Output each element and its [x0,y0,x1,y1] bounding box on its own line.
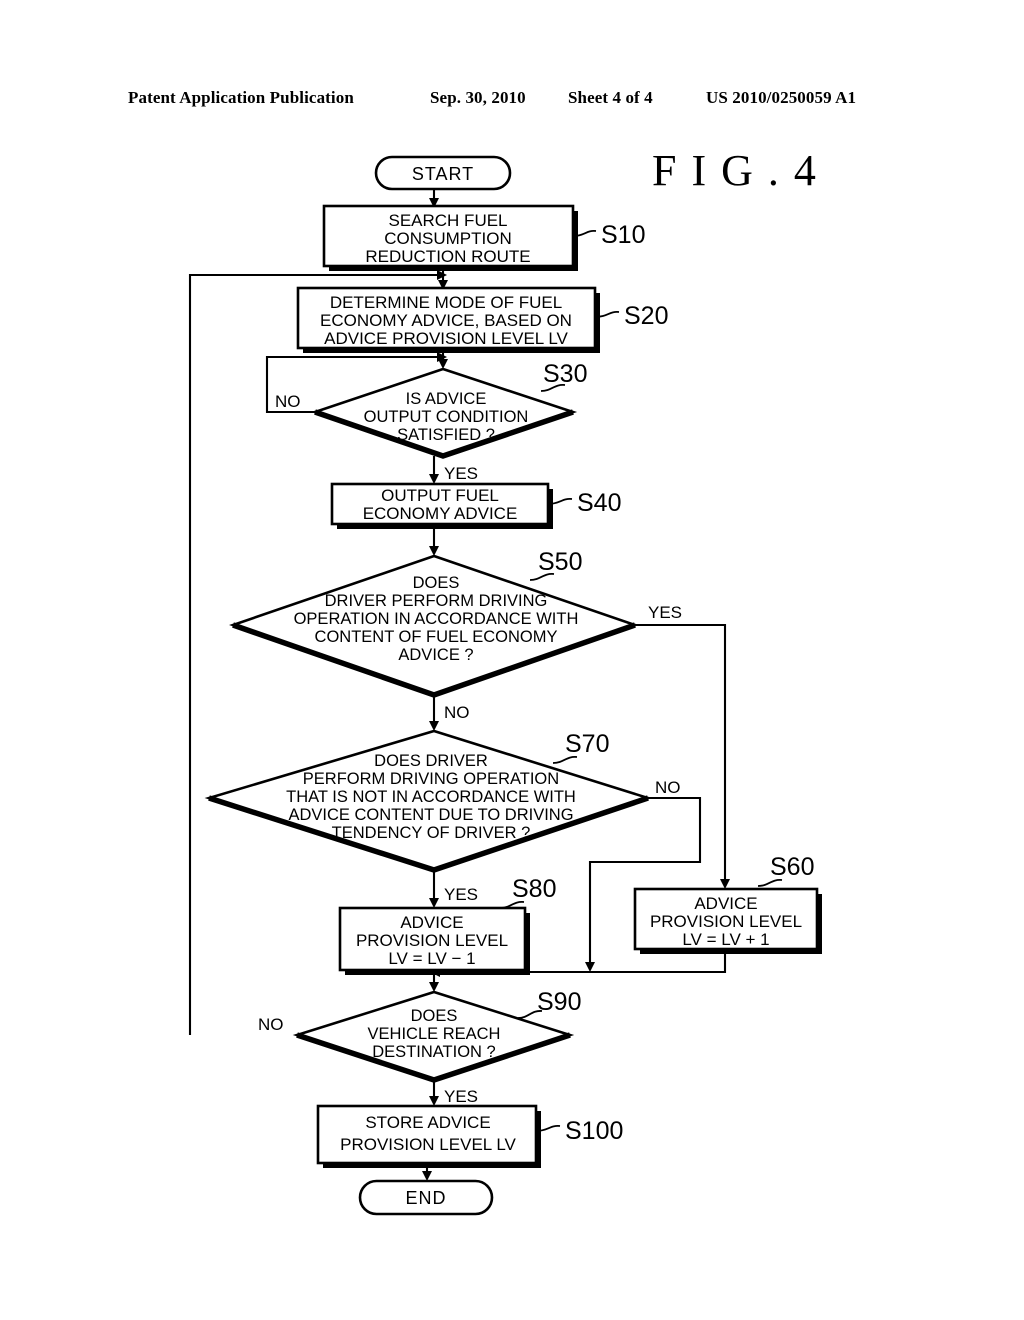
s50-line-1: DOES [413,574,460,592]
s100-line-1: STORE ADVICE [365,1113,490,1132]
s60-step-tag: S60 [770,853,814,881]
s60-line-3: LV = LV + 1 [682,930,769,949]
s30-step-tag: S30 [543,360,587,388]
s20-line-3: ADVICE PROVISION LEVEL LV [324,329,568,348]
s50-step-tag: S50 [538,548,582,576]
s50-no-label: NO [444,703,470,722]
process-s10: SEARCH FUEL CONSUMPTION REDUCTION ROUTE … [322,204,645,271]
s70-line-2: PERFORM DRIVING OPERATION [303,770,559,788]
s20-line-2: ECONOMY ADVICE, BASED ON [320,311,572,330]
s30-line-2: OUTPUT CONDITION [364,408,529,426]
s70-no-label: NO [655,778,681,797]
s90-step-tag: S90 [537,988,581,1016]
s80-step-tag: S80 [512,875,556,903]
s80-line-3: LV = LV − 1 [388,949,475,968]
decision-s90: DOES VEHICLE REACH DESTINATION ? S90 NO … [258,988,581,1106]
process-s20: DETERMINE MODE OF FUEL ECONOMY ADVICE, B… [296,286,668,353]
s20-line-1: DETERMINE MODE OF FUEL [330,293,562,312]
process-s100: STORE ADVICE PROVISION LEVEL LV S100 [316,1104,623,1168]
start-terminal: START [374,155,512,191]
arrowhead-s70-yes-to-s80 [429,898,439,908]
process-s60: ADVICE PROVISION LEVEL LV = LV + 1 S60 [633,853,822,954]
s10-line-2: CONSUMPTION [384,229,512,248]
s60-line-2: PROVISION LEVEL [650,912,802,931]
s90-line-3: DESTINATION ? [372,1043,495,1061]
decision-s30: IS ADVICE OUTPUT CONDITION SATISFIED ? S… [275,360,587,483]
s70-line-4: ADVICE CONTENT DUE TO DRIVING [288,806,573,824]
arrowhead-s50-no-to-s70 [429,721,439,731]
patent-page: Patent Application Publication Sep. 30, … [0,0,1024,1320]
s70-line-1: DOES DRIVER [374,752,488,770]
s90-yes-label: YES [444,1087,478,1106]
s90-line-1: DOES [411,1007,458,1025]
start-label: START [412,164,474,184]
s50-line-3: OPERATION IN ACCORDANCE WITH [294,610,579,628]
s50-line-4: CONTENT OF FUEL ECONOMY [315,628,558,646]
s10-line-3: REDUCTION ROUTE [365,247,530,266]
s100-line-2: PROVISION LEVEL LV [340,1135,516,1154]
s80-line-2: PROVISION LEVEL [356,931,508,950]
arrowhead-s80-to-s90 [429,982,439,992]
arrowhead-s100-to-end [422,1171,432,1181]
s10-line-1: SEARCH FUEL [388,211,507,230]
s50-yes-label: YES [648,603,682,622]
arrowhead-s70-no-to-merge [585,962,595,972]
s50-line-2: DRIVER PERFORM DRIVING [325,592,548,610]
flowchart-diagram: START SEARCH FUEL CONSUMPTION REDUCTION … [188,155,822,1216]
end-terminal: END [358,1179,494,1216]
decision-s70: DOES DRIVER PERFORM DRIVING OPERATION TH… [204,729,681,904]
end-label: END [405,1188,446,1208]
s40-line-1: OUTPUT FUEL [381,486,499,505]
decision-s50: DOES DRIVER PERFORM DRIVING OPERATION IN… [229,548,682,722]
s30-line-3: SATISFIED ? [397,426,495,444]
s10-step-tag: S10 [601,221,645,249]
s80-line-1: ADVICE [400,913,463,932]
s90-line-2: VEHICLE REACH [368,1025,501,1043]
s90-no-label: NO [258,1015,284,1034]
s30-line-1: IS ADVICE [406,390,487,408]
s70-step-tag: S70 [565,730,609,758]
s70-line-5: TENDENCY OF DRIVER ? [332,824,531,842]
s60-line-1: ADVICE [694,894,757,913]
arrowhead-s40-to-s50 [429,546,439,556]
s40-line-2: ECONOMY ADVICE [363,504,518,523]
s30-yes-label: YES [444,464,478,483]
s40-step-tag: S40 [577,489,621,517]
s20-step-tag: S20 [624,302,668,330]
arrowhead-s30-yes-to-s40 [429,474,439,484]
arrowhead-s50-yes-to-s60 [720,879,730,889]
s70-line-3: THAT IS NOT IN ACCORDANCE WITH [286,788,576,806]
s100-step-tag: S100 [565,1117,623,1145]
s70-yes-label: YES [444,885,478,904]
connector-s50-yes-to-s60 [635,623,727,885]
s50-line-5: ADVICE ? [398,646,473,664]
arrowhead-s90-yes-to-s100 [429,1096,439,1106]
s30-no-label: NO [275,392,301,411]
process-s40: OUTPUT FUEL ECONOMY ADVICE S40 [330,482,621,529]
